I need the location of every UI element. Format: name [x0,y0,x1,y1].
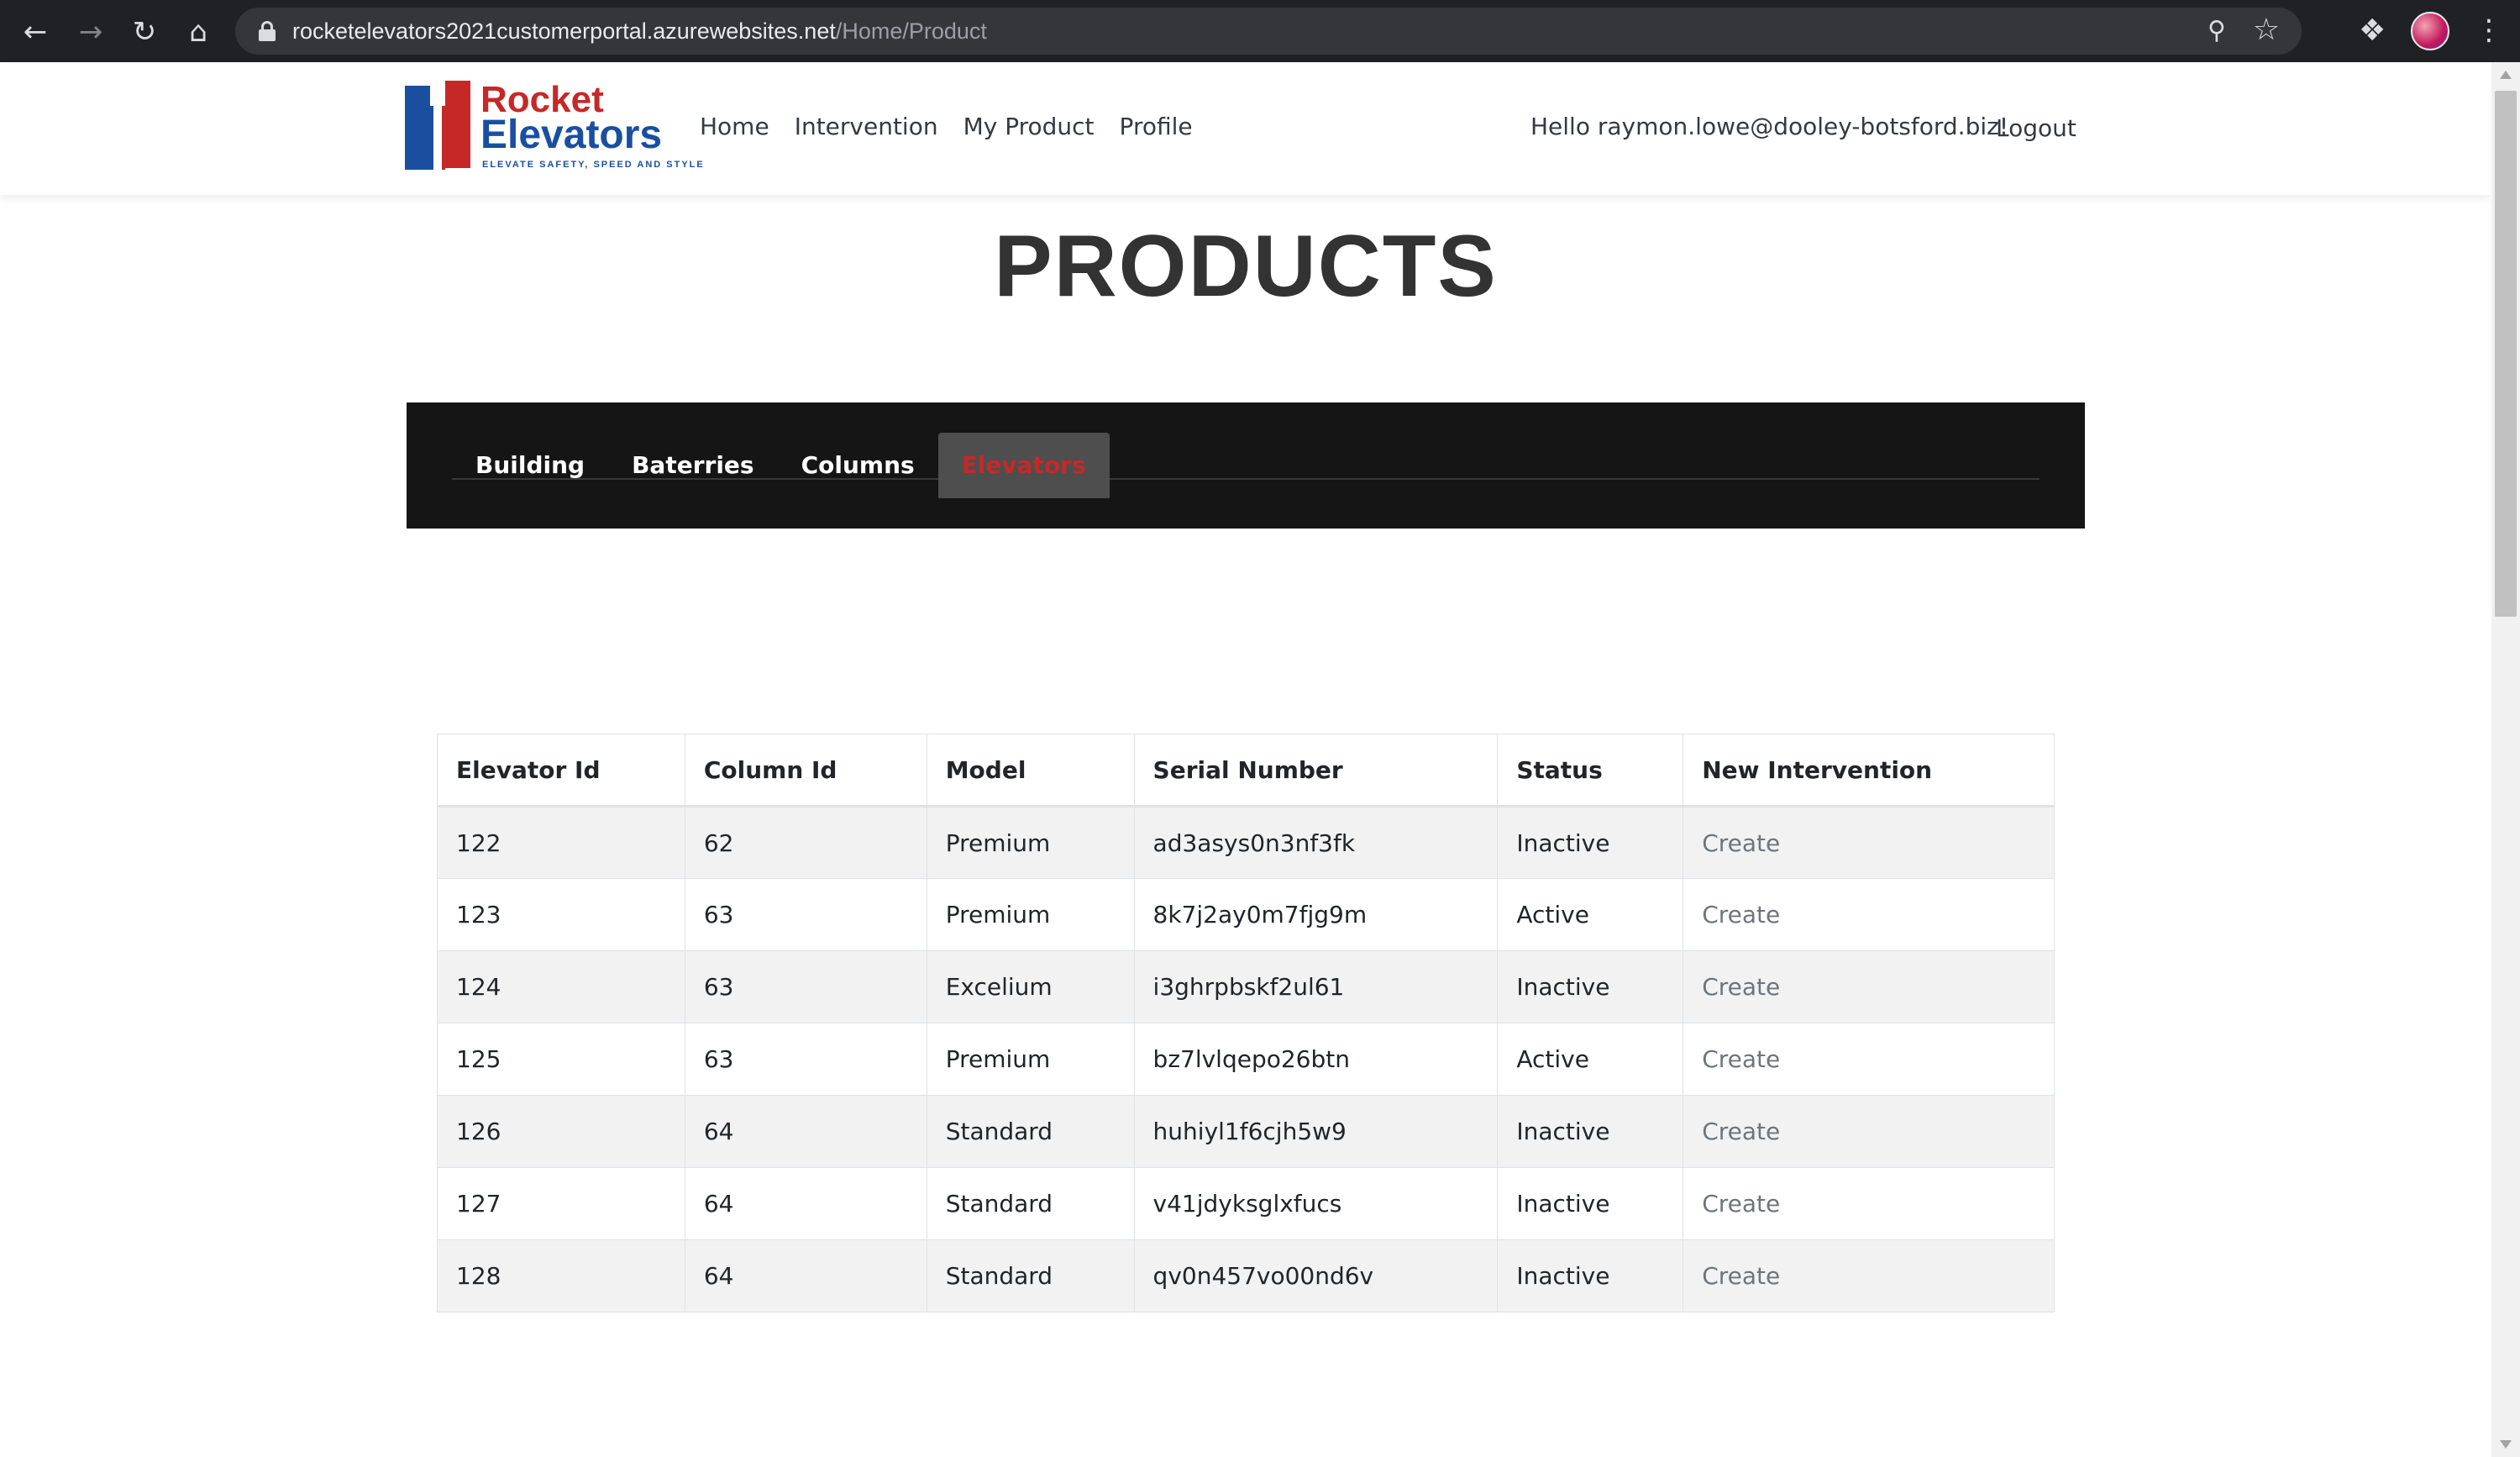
cell-serial-number: v41jdyksglxfucs [1133,1167,1499,1240]
table-row: 123 63 Premium 8k7j2ay0m7fjg9m Active Cr… [437,878,2055,951]
cell-status: Inactive [1497,950,1684,1023]
cell-elevator-id: 125 [437,1023,685,1096]
column-header-status: Status [1497,734,1684,807]
logo-tower-left [405,86,430,170]
tab-batteries[interactable]: Baterries [608,433,777,498]
cell-serial-number: ad3asys0n3nf3fk [1133,806,1499,879]
nav-link-profile[interactable]: Profile [1120,113,1193,140]
table-row: 124 63 Excelium i3ghrpbskf2ul61 Inactive… [437,950,2055,1023]
cell-serial-number: i3ghrpbskf2ul61 [1133,950,1499,1023]
url-text[interactable]: rocketelevators2021customerportal.azurew… [292,18,987,45]
cell-model: Premium [926,878,1135,951]
nav-link-home[interactable]: Home [700,113,769,140]
user-greeting[interactable]: Hello raymon.lowe@dooley-botsford.biz! [1530,113,2008,140]
column-header-column-id: Column Id [684,734,927,807]
cell-model: Standard [926,1239,1135,1312]
cell-model: Standard [926,1095,1135,1168]
reload-icon[interactable]: ↻ [128,15,161,49]
profile-avatar[interactable] [2411,12,2449,50]
page-scrollbar[interactable] [2491,62,2520,1457]
create-intervention-link[interactable]: Create [1683,1023,2055,1096]
table-row: 128 64 Standard qv0n457vo00nd6v Inactive… [437,1239,2055,1312]
cell-elevator-id: 126 [437,1095,685,1168]
zoom-icon[interactable]: ⚲ [2208,16,2226,45]
create-intervention-link[interactable]: Create [1683,1167,2055,1240]
home-icon[interactable]: ⌂ [181,15,215,49]
cell-column-id: 63 [684,1023,927,1096]
cell-serial-number: huhiyl1f6cjh5w9 [1133,1095,1499,1168]
cell-status: Inactive [1497,1095,1684,1168]
cell-model: Excelium [926,950,1135,1023]
bookmark-star-icon[interactable]: ☆ [2253,13,2280,47]
tab-building[interactable]: Building [452,433,608,498]
cell-serial-number: qv0n457vo00nd6v [1133,1239,1499,1312]
product-tabs: Building Baterries Columns Elevators [452,433,2040,498]
table-row: 125 63 Premium bz7lvlqepo26btn Active Cr… [437,1023,2055,1096]
column-header-new-intervention: New Intervention [1683,734,2055,807]
cell-model: Premium [926,806,1135,879]
page-title: PRODUCTS [994,218,1498,315]
cell-elevator-id: 123 [437,878,685,951]
tab-elevators[interactable]: Elevators [937,433,1110,498]
cell-column-id: 63 [684,878,927,951]
column-header-elevator-id: Elevator Id [437,734,685,807]
lock-icon[interactable] [259,21,276,41]
rocket-elevators-logo[interactable]: Rocket Elevators ELEVATE SAFETY, SPEED A… [405,81,703,175]
cell-elevator-id: 128 [437,1239,685,1312]
cell-elevator-id: 122 [437,806,685,879]
cell-status: Inactive [1497,1239,1684,1312]
scroll-down-arrow-icon[interactable] [2500,1440,2512,1449]
cell-serial-number: bz7lvlqepo26btn [1133,1023,1499,1096]
forward-arrow-icon[interactable]: → [74,15,108,49]
cell-status: Active [1497,878,1684,951]
site-navbar: Rocket Elevators ELEVATE SAFETY, SPEED A… [0,62,2491,195]
nav-link-intervention[interactable]: Intervention [795,113,938,140]
more-menu-icon[interactable]: ⋮ [2475,13,2503,47]
scroll-up-arrow-icon[interactable] [2500,71,2512,79]
cell-column-id: 62 [684,806,927,879]
cell-status: Active [1497,1023,1684,1096]
browser-toolbar: ← → ↻ ⌂ rocketelevators2021customerporta… [0,0,2520,62]
url-path: /Home/Product [835,18,987,44]
cell-serial-number: 8k7j2ay0m7fjg9m [1133,878,1499,951]
table-row: 127 64 Standard v41jdyksglxfucs Inactive… [437,1167,2055,1240]
extensions-puzzle-icon[interactable]: ❖ [2359,13,2386,48]
column-header-serial-number: Serial Number [1133,734,1499,807]
create-intervention-link[interactable]: Create [1683,1239,2055,1312]
cell-elevator-id: 124 [437,950,685,1023]
table-row: 122 62 Premium ad3asys0n3nf3fk Inactive … [437,806,2055,879]
tab-columns[interactable]: Columns [778,433,938,498]
logout-link[interactable]: Logout [1996,114,2076,142]
back-arrow-icon[interactable]: ← [18,15,52,49]
cell-status: Inactive [1497,806,1684,879]
url-domain: rocketelevators2021customerportal.azurew… [292,18,836,44]
table-header-row: Elevator Id Column Id Model Serial Numbe… [437,734,2055,807]
cell-model: Standard [926,1167,1135,1240]
logo-tower-right [445,81,470,168]
column-header-model: Model [926,734,1135,807]
main-nav: Home Intervention My Product Profile [700,113,1193,140]
scrollbar-thumb[interactable] [2495,91,2517,617]
logo-word-elevators: Elevators [480,113,663,157]
create-intervention-link[interactable]: Create [1683,1095,2055,1168]
product-tabs-panel: Building Baterries Columns Elevators [407,402,2085,529]
cell-elevator-id: 127 [437,1167,685,1240]
nav-link-my-product[interactable]: My Product [963,113,1095,140]
table-row: 126 64 Standard huhiyl1f6cjh5w9 Inactive… [437,1095,2055,1168]
cell-column-id: 64 [684,1239,927,1312]
address-bar[interactable]: rocketelevators2021customerportal.azurew… [235,8,2302,55]
logo-tower-gap [430,106,445,170]
cell-model: Premium [926,1023,1135,1096]
logo-tagline: ELEVATE SAFETY, SPEED AND STYLE [482,160,705,170]
elevators-table: Elevator Id Column Id Model Serial Numbe… [437,734,2055,1312]
create-intervention-link[interactable]: Create [1683,878,2055,951]
cell-column-id: 63 [684,950,927,1023]
create-intervention-link[interactable]: Create [1683,806,2055,879]
cell-column-id: 64 [684,1095,927,1168]
create-intervention-link[interactable]: Create [1683,950,2055,1023]
cell-column-id: 64 [684,1167,927,1240]
cell-status: Inactive [1497,1167,1684,1240]
